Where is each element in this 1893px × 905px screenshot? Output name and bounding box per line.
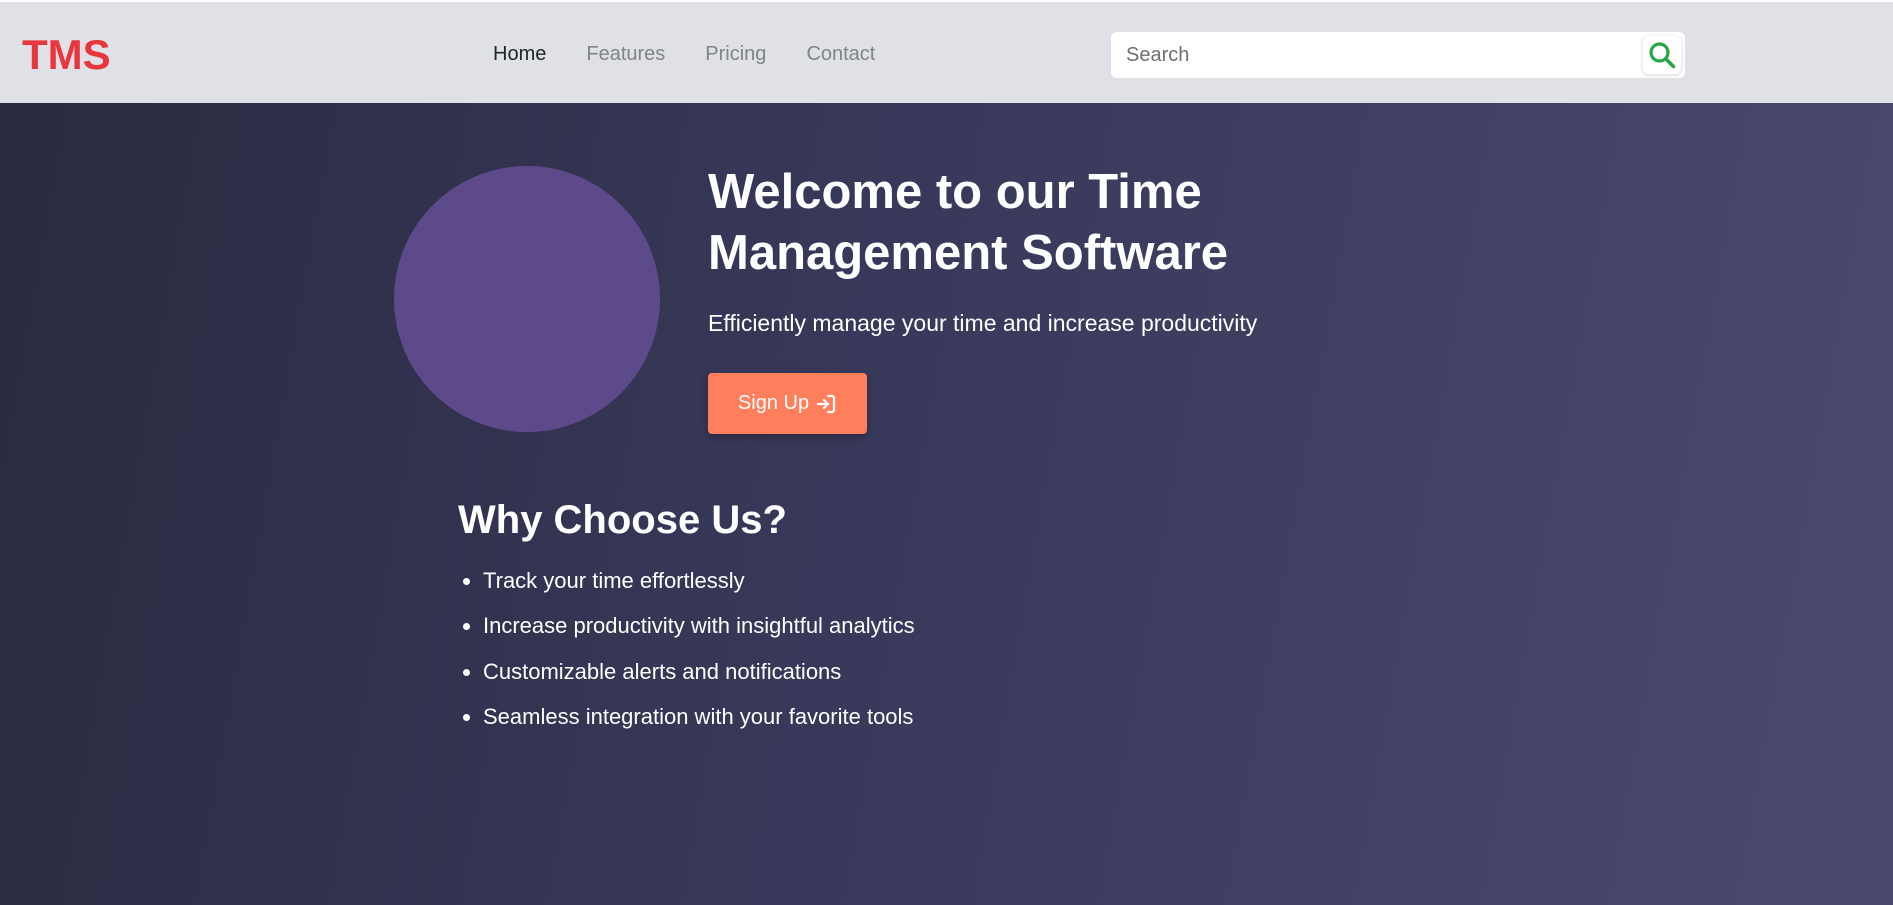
nav-link-contact[interactable]: Contact <box>806 42 875 66</box>
hero-image-circle <box>394 166 660 432</box>
list-item: Track your time effortlessly <box>458 568 915 613</box>
list-item-text: Increase productivity with insightful an… <box>483 613 915 639</box>
list-item-text: Track your time effortlessly <box>483 568 745 593</box>
nav-link-home[interactable]: Home <box>493 42 546 66</box>
search-button[interactable] <box>1643 36 1681 74</box>
bullet-icon <box>463 713 470 721</box>
hero-subtitle: Efficiently manage your time and increas… <box>708 310 1258 336</box>
sign-in-icon <box>815 393 837 415</box>
list-item: Increase productivity with insightful an… <box>458 613 915 658</box>
brand-logo[interactable]: TMS <box>22 32 111 78</box>
why-choose-us-title: Why Choose Us? <box>458 498 787 542</box>
bullet-icon <box>463 623 470 631</box>
nav-link-pricing[interactable]: Pricing <box>705 42 766 66</box>
list-item: Customizable alerts and notifications <box>458 659 915 704</box>
nav-link-features[interactable]: Features <box>586 42 665 66</box>
list-item-text: Customizable alerts and notifications <box>483 658 842 684</box>
feature-list: Track your time effortlessly Increase pr… <box>458 568 915 749</box>
sign-up-button[interactable]: Sign Up <box>708 373 867 434</box>
search-input[interactable] <box>1111 32 1641 78</box>
bullet-icon <box>463 578 470 585</box>
list-item: Seamless integration with your favorite … <box>458 704 915 749</box>
bullet-icon <box>463 668 470 676</box>
navbar: TMS Home Features Pricing Contact <box>0 0 1893 103</box>
search-bar <box>1111 32 1685 78</box>
nav-links: Home Features Pricing Contact <box>493 42 915 66</box>
hero-title: Welcome to our Time Management Software <box>708 165 1229 280</box>
search-icon <box>1649 42 1676 69</box>
list-item-text: Seamless integration with your favorite … <box>483 703 914 729</box>
sign-up-label: Sign Up <box>737 392 810 414</box>
